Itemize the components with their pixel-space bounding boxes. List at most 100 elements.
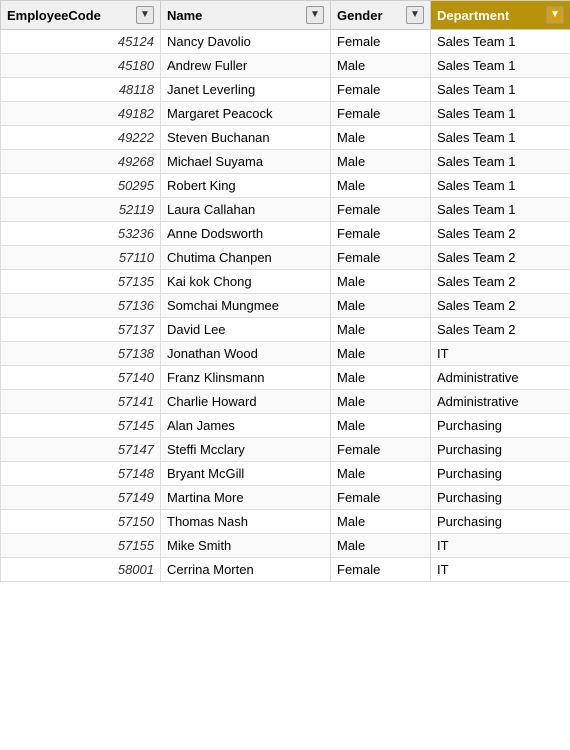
table-row: 57140Franz KlinsmannMaleAdministrative	[1, 366, 570, 390]
cell-department: Sales Team 1	[431, 54, 570, 78]
cell-name: Somchai Mungmee	[161, 294, 331, 318]
cell-empcode: 57136	[1, 294, 161, 318]
cell-empcode: 57138	[1, 342, 161, 366]
cell-department: Sales Team 1	[431, 174, 570, 198]
department-filter-button[interactable]: ▼	[546, 6, 564, 24]
cell-department: Purchasing	[431, 414, 570, 438]
cell-gender: Male	[331, 390, 431, 414]
table-row: 57150Thomas NashMalePurchasing	[1, 510, 570, 534]
cell-department: Administrative	[431, 366, 570, 390]
table-row: 57136Somchai MungmeeMaleSales Team 2	[1, 294, 570, 318]
cell-name: Steffi Mcclary	[161, 438, 331, 462]
cell-name: Bryant McGill	[161, 462, 331, 486]
cell-department: Purchasing	[431, 510, 570, 534]
cell-gender: Female	[331, 78, 431, 102]
table-row: 49222Steven BuchananMaleSales Team 1	[1, 126, 570, 150]
cell-department: IT	[431, 558, 570, 582]
cell-gender: Female	[331, 558, 431, 582]
name-filter-button[interactable]: ▼	[306, 6, 324, 24]
cell-department: Sales Team 2	[431, 246, 570, 270]
cell-gender: Female	[331, 222, 431, 246]
department-filter-icon: ▼	[550, 10, 560, 20]
table-row: 57148Bryant McGillMalePurchasing	[1, 462, 570, 486]
cell-gender: Male	[331, 270, 431, 294]
cell-department: Sales Team 2	[431, 270, 570, 294]
cell-empcode: 57137	[1, 318, 161, 342]
cell-empcode: 52119	[1, 198, 161, 222]
cell-empcode: 49268	[1, 150, 161, 174]
cell-gender: Female	[331, 30, 431, 54]
cell-name: Mike Smith	[161, 534, 331, 558]
cell-gender: Female	[331, 246, 431, 270]
table-row: 57141Charlie HowardMaleAdministrative	[1, 390, 570, 414]
cell-empcode: 49222	[1, 126, 161, 150]
gender-filter-button[interactable]: ▼	[406, 6, 424, 24]
employee-table-container: EmployeeCode ▼ Name ▼	[0, 0, 570, 582]
cell-name: Martina More	[161, 486, 331, 510]
cell-name: Jonathan Wood	[161, 342, 331, 366]
empcode-filter-button[interactable]: ▼	[136, 6, 154, 24]
gender-filter-icon: ▼	[410, 10, 420, 20]
cell-department: Purchasing	[431, 462, 570, 486]
cell-gender: Male	[331, 294, 431, 318]
cell-empcode: 57141	[1, 390, 161, 414]
cell-empcode: 48118	[1, 78, 161, 102]
cell-department: Purchasing	[431, 486, 570, 510]
col-header-name: Name ▼	[161, 1, 331, 30]
cell-gender: Male	[331, 414, 431, 438]
name-filter-icon: ▼	[310, 10, 320, 20]
cell-gender: Male	[331, 366, 431, 390]
cell-gender: Male	[331, 126, 431, 150]
table-header-row: EmployeeCode ▼ Name ▼	[1, 1, 570, 30]
cell-department: Sales Team 1	[431, 198, 570, 222]
cell-name: Franz Klinsmann	[161, 366, 331, 390]
cell-name: Charlie Howard	[161, 390, 331, 414]
cell-name: Michael Suyama	[161, 150, 331, 174]
cell-empcode: 57149	[1, 486, 161, 510]
cell-empcode: 49182	[1, 102, 161, 126]
cell-department: IT	[431, 342, 570, 366]
cell-department: Sales Team 1	[431, 102, 570, 126]
cell-name: Robert King	[161, 174, 331, 198]
cell-department: Sales Team 2	[431, 318, 570, 342]
cell-department: Sales Team 1	[431, 78, 570, 102]
table-row: 57147Steffi McclaryFemalePurchasing	[1, 438, 570, 462]
empcode-filter-icon: ▼	[140, 10, 150, 20]
cell-gender: Male	[331, 318, 431, 342]
cell-department: Administrative	[431, 390, 570, 414]
cell-name: Thomas Nash	[161, 510, 331, 534]
cell-name: Alan James	[161, 414, 331, 438]
cell-gender: Male	[331, 534, 431, 558]
cell-department: IT	[431, 534, 570, 558]
cell-gender: Male	[331, 462, 431, 486]
cell-name: Laura Callahan	[161, 198, 331, 222]
cell-department: Sales Team 1	[431, 126, 570, 150]
cell-name: Kai kok Chong	[161, 270, 331, 294]
table-row: 53236Anne DodsworthFemaleSales Team 2	[1, 222, 570, 246]
cell-gender: Female	[331, 198, 431, 222]
cell-department: Sales Team 1	[431, 150, 570, 174]
table-row: 57138Jonathan WoodMaleIT	[1, 342, 570, 366]
name-label: Name	[167, 8, 202, 23]
cell-gender: Female	[331, 438, 431, 462]
cell-empcode: 53236	[1, 222, 161, 246]
cell-empcode: 57140	[1, 366, 161, 390]
table-row: 50295Robert KingMaleSales Team 1	[1, 174, 570, 198]
table-row: 57110Chutima ChanpenFemaleSales Team 2	[1, 246, 570, 270]
cell-name: Anne Dodsworth	[161, 222, 331, 246]
cell-name: Margaret Peacock	[161, 102, 331, 126]
col-header-gender: Gender ▼	[331, 1, 431, 30]
cell-empcode: 57145	[1, 414, 161, 438]
cell-empcode: 58001	[1, 558, 161, 582]
table-row: 45124Nancy DavolioFemaleSales Team 1	[1, 30, 570, 54]
department-label: Department	[437, 8, 509, 23]
empcode-label: EmployeeCode	[7, 8, 101, 23]
cell-department: Purchasing	[431, 438, 570, 462]
cell-gender: Female	[331, 486, 431, 510]
table-row: 52119Laura CallahanFemaleSales Team 1	[1, 198, 570, 222]
cell-department: Sales Team 2	[431, 222, 570, 246]
cell-name: Andrew Fuller	[161, 54, 331, 78]
col-header-empcode: EmployeeCode ▼	[1, 1, 161, 30]
cell-empcode: 50295	[1, 174, 161, 198]
table-row: 48118Janet LeverlingFemaleSales Team 1	[1, 78, 570, 102]
